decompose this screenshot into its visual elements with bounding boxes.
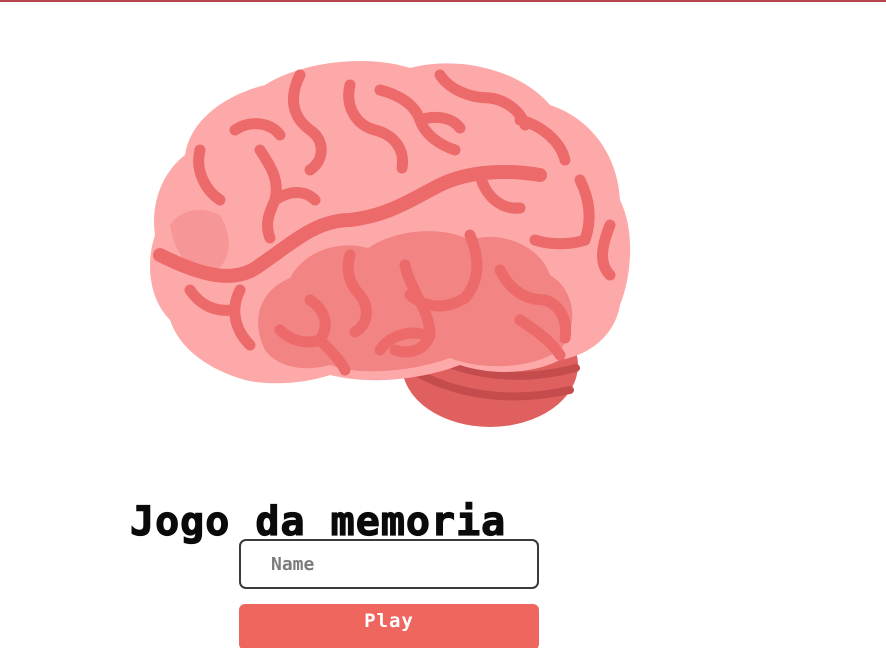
brain-icon bbox=[150, 61, 631, 427]
top-border bbox=[0, 0, 886, 2]
login-screen: Jogo da memoria Play bbox=[0, 0, 886, 648]
cerebrum bbox=[150, 61, 631, 384]
name-input[interactable] bbox=[239, 539, 539, 589]
play-button[interactable]: Play bbox=[239, 604, 539, 648]
